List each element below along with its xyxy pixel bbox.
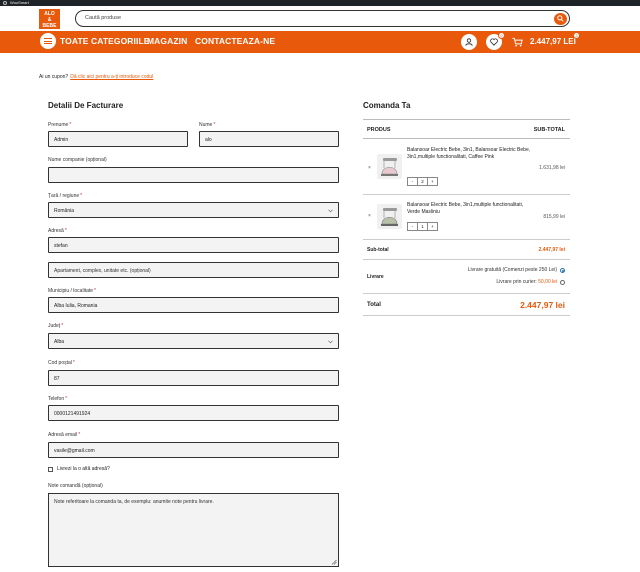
company-field[interactable] xyxy=(48,167,339,183)
bouncer-image-icon xyxy=(381,208,398,226)
phone-label: Telefon* xyxy=(48,396,68,402)
last-name-label: Nume* xyxy=(199,122,216,128)
wishlist-count: 0 xyxy=(498,32,505,39)
product-thumbnail[interactable] xyxy=(377,154,402,179)
shipping-option-free[interactable]: Livrare gratuită (Comenzi peste 250 Lei) xyxy=(468,267,565,273)
product-name[interactable]: Balansoar Electric Bebe, 3in1, Balansoar… xyxy=(407,147,532,161)
product-thumbnail[interactable] xyxy=(377,204,402,229)
order-title: Comanda Ta xyxy=(363,101,411,110)
product-name[interactable]: Balansoar Electric Bebe, 3in1,multiple f… xyxy=(407,202,532,216)
cart-count: 3 xyxy=(573,32,580,39)
postcode-field[interactable]: 87 xyxy=(48,370,339,386)
qty-value[interactable]: 1 xyxy=(418,223,428,230)
total-label: Total xyxy=(367,302,381,308)
order-table-header: PRODUS SUB-TOTAL xyxy=(363,119,570,139)
email-label: Adresă email* xyxy=(48,432,81,438)
qty-minus-button[interactable]: - xyxy=(408,178,418,185)
cart-icon[interactable] xyxy=(512,37,523,47)
quantity-stepper[interactable]: - 1 + xyxy=(407,222,438,231)
main-nav: TOATE CATEGORIILE MAGAZIN CONTACTEAZA-NE… xyxy=(0,31,640,53)
qty-plus-button[interactable]: + xyxy=(428,223,437,230)
nav-contact[interactable]: CONTACTEAZA-NE xyxy=(195,36,275,46)
item-subtotal: 815,99 lei xyxy=(543,214,565,220)
resize-grip-icon[interactable] xyxy=(331,559,337,565)
account-button[interactable] xyxy=(461,34,477,50)
radio-selected[interactable] xyxy=(560,267,565,273)
first-name-label: Prenume* xyxy=(48,122,72,128)
order-item: × Balansoar Electric Bebe, 3in1, Balanso… xyxy=(363,139,570,195)
county-label: Județ* xyxy=(48,323,64,329)
address2-field[interactable]: Apartament, complex, unitate etc. (opțio… xyxy=(48,262,339,278)
qty-minus-button[interactable]: - xyxy=(408,223,418,230)
shipping-option-courier[interactable]: Livrare prin curier: 50,00 lei xyxy=(496,279,565,285)
notes-placeholder: Note referitoare la comanda ta, de exemp… xyxy=(54,499,214,505)
chevron-down-icon xyxy=(328,340,333,344)
search-icon xyxy=(557,15,564,22)
shipping-label: Livrare xyxy=(367,274,384,280)
nav-all-categories[interactable]: TOATE CATEGORIILE xyxy=(60,36,150,46)
item-subtotal: 1.631,98 lei xyxy=(539,165,565,171)
phone-field[interactable]: 0000121491924 xyxy=(48,405,339,421)
search-button[interactable] xyxy=(554,12,567,25)
site-logo[interactable]: ALO & BEBE xyxy=(39,9,60,29)
remove-item-button[interactable]: × xyxy=(368,165,371,171)
city-label: Municipiu / localitate* xyxy=(48,288,96,294)
county-select[interactable]: Alba xyxy=(48,333,339,349)
search-input[interactable]: Caută produse xyxy=(85,15,121,21)
ship-other-label[interactable]: Livrezi la o altă adresă? xyxy=(57,466,110,472)
address-field[interactable]: stefan xyxy=(48,237,339,253)
subtotal-value: 2.447,97 lei xyxy=(538,247,565,253)
admin-bar: WooSmart xyxy=(0,0,640,6)
user-icon xyxy=(465,38,473,46)
coupon-notice: Ai un cupon? Dă clic aici pentru a-ți int… xyxy=(39,74,153,80)
qty-plus-button[interactable]: + xyxy=(428,178,437,185)
notes-label: Note comandă (opțional) xyxy=(48,483,103,489)
postcode-label: Cod poștal* xyxy=(48,360,75,366)
remove-item-button[interactable]: × xyxy=(368,213,371,219)
qty-value[interactable]: 2 xyxy=(418,178,428,185)
col-subtotal: SUB-TOTAL xyxy=(533,127,565,133)
coupon-link[interactable]: Dă clic aici pentru a-ți introduce codul xyxy=(70,74,153,80)
address-label: Adresă* xyxy=(48,228,67,234)
search-bar[interactable]: Caută produse xyxy=(75,10,570,27)
subtotal-label: Sub-total xyxy=(367,247,389,253)
first-name-field[interactable]: Admin xyxy=(48,131,188,147)
wordpress-icon[interactable] xyxy=(3,0,7,5)
bouncer-image-icon xyxy=(381,158,398,176)
email-field[interactable]: vasile@gmail.com xyxy=(48,442,339,458)
total-row: Total 2.447,97 lei xyxy=(363,294,570,316)
nav-shop[interactable]: MAGAZIN xyxy=(147,36,187,46)
country-label: Țară / regiune* xyxy=(48,193,83,199)
order-notes-textarea[interactable]: Note referitoare la comanda ta, de exemp… xyxy=(48,493,339,567)
coupon-text: Ai un cupon? xyxy=(39,74,69,80)
total-value: 2.447,97 lei xyxy=(520,300,565,310)
radio-unselected[interactable] xyxy=(560,279,565,285)
site-name[interactable]: WooSmart xyxy=(10,0,29,5)
ship-other-checkbox[interactable] xyxy=(48,467,53,472)
billing-title: Detalii De Facturare xyxy=(48,101,124,110)
chevron-down-icon xyxy=(328,209,333,213)
subtotal-row: Sub-total 2.447,97 lei xyxy=(363,240,570,260)
quantity-stepper[interactable]: - 2 + xyxy=(407,177,438,186)
hamburger-icon[interactable] xyxy=(40,33,56,49)
country-select[interactable]: România xyxy=(48,202,339,218)
shipping-row: Livrare Livrare gratuită (Comenzi peste … xyxy=(363,260,570,294)
company-label: Nume companie (opțional) xyxy=(48,157,107,163)
heart-icon xyxy=(490,38,498,46)
last-name-field[interactable]: alo xyxy=(199,131,339,147)
order-item: × Balansoar Electric Bebe, 3in1,multiple… xyxy=(363,195,570,240)
col-product: PRODUS xyxy=(367,127,391,133)
cart-total[interactable]: 2.447,97 LEI xyxy=(530,37,576,46)
city-field[interactable]: Alba Iulia, Romania xyxy=(48,297,339,313)
